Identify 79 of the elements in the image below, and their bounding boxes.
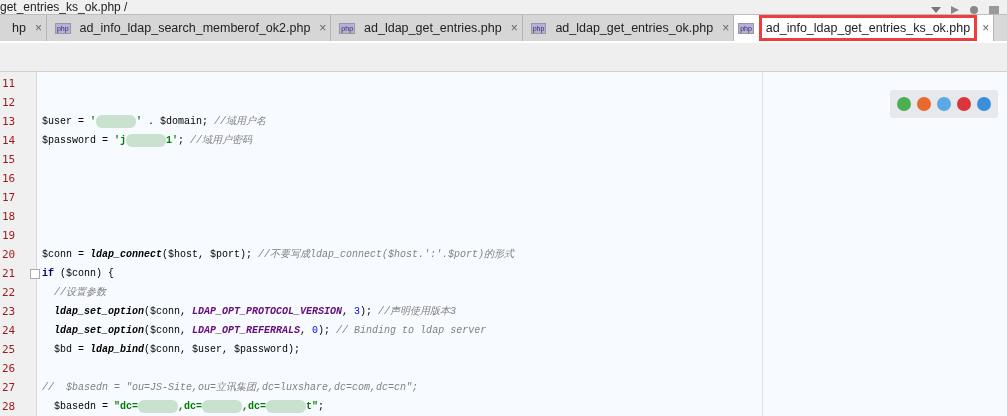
code-text: ($conn, bbox=[144, 305, 188, 319]
code-text: ); bbox=[318, 324, 332, 338]
redacted-blur bbox=[202, 400, 243, 413]
tab-label: ad_info_ldap_search_memberof_ok2.php bbox=[78, 20, 312, 37]
code-text: $password = bbox=[42, 134, 109, 148]
code-text: "dc= bbox=[114, 400, 139, 414]
tab-label: ad_ldap_get_entries.php bbox=[363, 20, 503, 37]
code-text: , bbox=[300, 324, 308, 338]
code-text: ($host, $port); bbox=[162, 248, 254, 262]
browser-icon[interactable] bbox=[976, 96, 992, 112]
line-number: 16 bbox=[2, 172, 16, 185]
code-text: ,dc= bbox=[178, 400, 203, 414]
code-text: , bbox=[342, 305, 350, 319]
line-number: 27 bbox=[2, 381, 16, 394]
close-icon[interactable]: × bbox=[319, 21, 327, 35]
redacted-blur bbox=[266, 400, 307, 413]
code-text: ($conn) { bbox=[59, 267, 115, 281]
line-number: 24 bbox=[2, 324, 16, 337]
code-text: if bbox=[42, 267, 54, 281]
code-comment: //域用户名 bbox=[214, 114, 267, 129]
code-comment: //域用户密码 bbox=[190, 133, 253, 148]
browser-icon[interactable] bbox=[896, 96, 912, 112]
code-text: ldap_set_option bbox=[54, 324, 144, 338]
tab-label: hp bbox=[11, 20, 27, 37]
line-number: 25 bbox=[2, 343, 16, 356]
redacted-blur bbox=[138, 400, 179, 413]
line-number: 12 bbox=[2, 96, 16, 109]
code-text: ; bbox=[178, 134, 186, 148]
code-text: 'j bbox=[114, 134, 127, 148]
code-text: ' bbox=[136, 115, 143, 129]
code-text: ; bbox=[318, 400, 325, 414]
close-icon[interactable]: × bbox=[510, 21, 518, 35]
code-text: ,dc= bbox=[242, 400, 267, 414]
line-number: 20 bbox=[2, 248, 16, 261]
code-text: ($conn, bbox=[144, 324, 188, 338]
line-number: 28 bbox=[2, 400, 16, 413]
code-text: 1' bbox=[166, 134, 179, 148]
code-text: $basedn = bbox=[54, 400, 109, 414]
code-comment: //不要写成ldap_connect($host.':'.$port)的形式 bbox=[258, 248, 515, 262]
code-text: ldap_connect bbox=[90, 248, 163, 262]
code-text: ldap_set_option bbox=[54, 305, 144, 319]
redacted-blur bbox=[126, 134, 167, 147]
code-text: $conn = bbox=[42, 248, 85, 262]
line-number: 21 bbox=[2, 267, 16, 280]
code-text: ); bbox=[360, 305, 374, 319]
code-comment: // $basedn = "ou=JS-Site,ou=立讯集团,dc=luxshare,dc=com,dc=cn"; bbox=[42, 380, 419, 395]
browser-icon[interactable] bbox=[916, 96, 932, 112]
code-text: ($conn, $user, $password); bbox=[144, 343, 301, 357]
code-text: . $domain; bbox=[147, 115, 210, 129]
close-icon[interactable]: × bbox=[722, 21, 730, 35]
code-text: ' bbox=[90, 115, 97, 129]
code-comment: //设置参数 bbox=[54, 286, 106, 300]
code-text: 0 bbox=[312, 324, 319, 338]
line-number: 26 bbox=[2, 362, 16, 375]
line-number: 14 bbox=[2, 134, 16, 147]
tab-label: ad_ldap_get_entries_ok.php bbox=[554, 20, 715, 37]
redacted-blur bbox=[96, 115, 137, 128]
close-icon[interactable]: × bbox=[34, 21, 42, 35]
line-number: 17 bbox=[2, 191, 16, 204]
line-number: 15 bbox=[2, 153, 16, 166]
browser-icon[interactable] bbox=[936, 96, 952, 112]
code-text: $bd = bbox=[54, 343, 85, 357]
code-comment: //声明使用版本3 bbox=[378, 305, 457, 319]
code-text: $user = bbox=[42, 115, 85, 129]
line-number: 11 bbox=[2, 77, 16, 90]
code-comment: // Binding to ldap server bbox=[336, 324, 487, 338]
line-number: 18 bbox=[2, 210, 16, 223]
tab-label: ad_info_ldap_get_entries_ks_ok.php bbox=[758, 15, 978, 41]
browser-icon[interactable] bbox=[956, 96, 972, 112]
code-text: 3 bbox=[354, 305, 361, 319]
code-text: t" bbox=[306, 400, 319, 414]
line-number: 19 bbox=[2, 229, 16, 242]
fold-icon[interactable] bbox=[30, 269, 40, 279]
code-text: ldap_bind bbox=[90, 343, 145, 357]
close-icon[interactable]: × bbox=[982, 21, 990, 35]
breadcrumb: get_entries_ks_ok.php / bbox=[0, 0, 128, 14]
line-number: 23 bbox=[2, 305, 16, 318]
line-number: 13 bbox=[2, 115, 16, 128]
line-number: 22 bbox=[2, 286, 16, 299]
